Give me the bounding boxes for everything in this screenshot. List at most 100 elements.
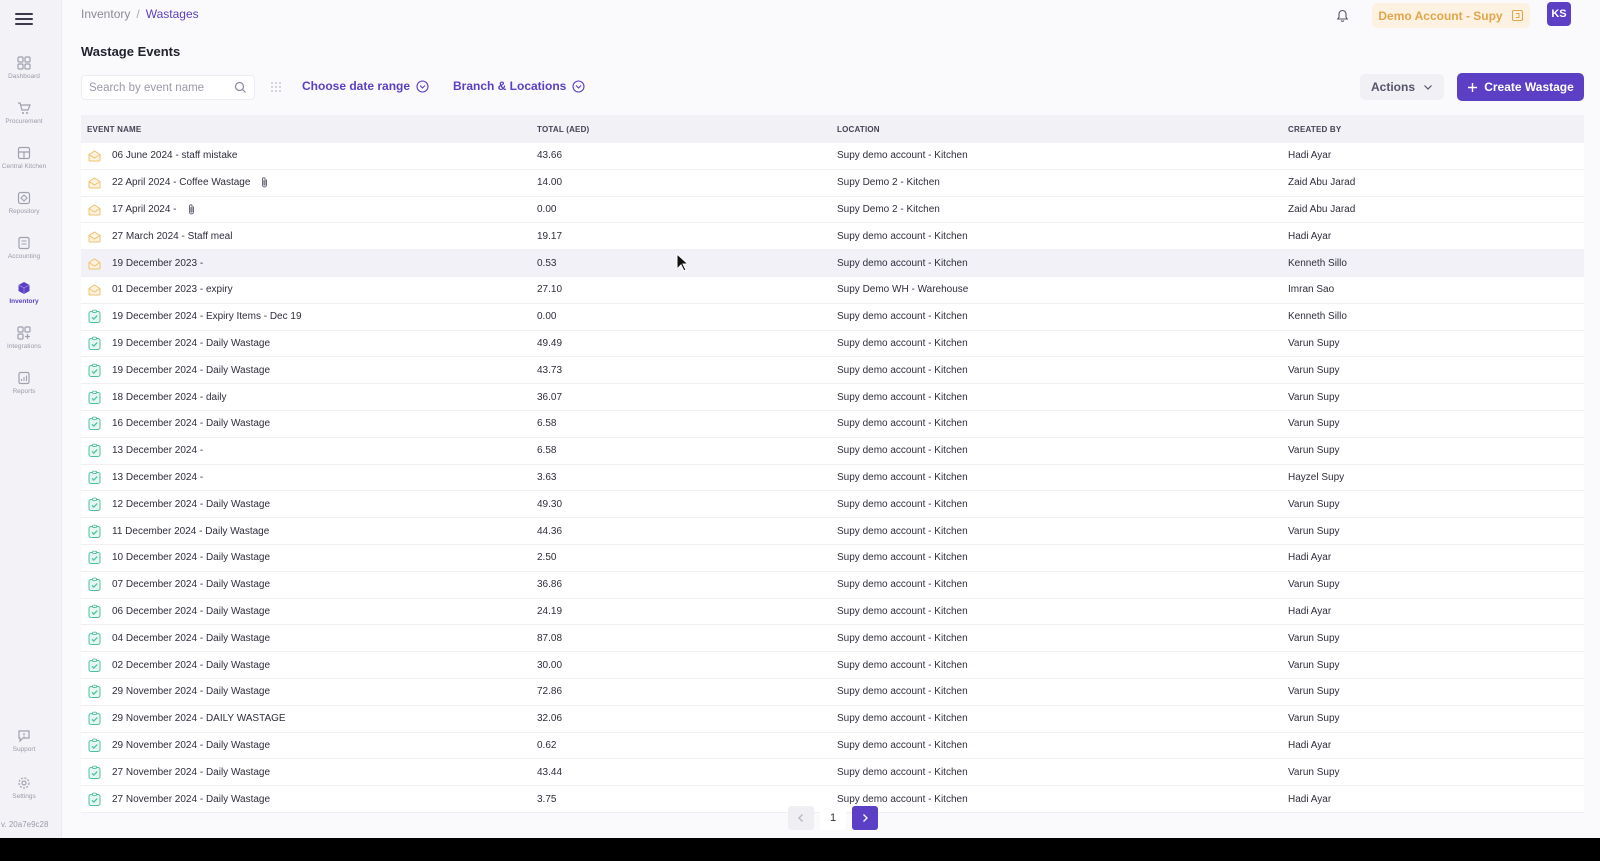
branch-locations-label: Branch & Locations	[453, 79, 567, 93]
table-row[interactable]: 29 November 2024 - DAILY WASTAGE 32.06 Sup…	[81, 705, 1584, 733]
create-wastage-button[interactable]: Create Wastage	[1457, 73, 1584, 101]
event-name[interactable]: 19 December 2024 - Daily Wastage	[112, 338, 270, 349]
table-row[interactable]: 22 April 2024 - Coffee Wastage 14.00 Supy …	[81, 169, 1584, 197]
table-row[interactable]: 29 November 2024 - Daily Wastage 72.86 Sup…	[81, 678, 1584, 706]
table-row[interactable]: 19 December 2024 - Daily Wastage 49.49 Sup…	[81, 330, 1584, 358]
event-name[interactable]: 04 December 2024 - Daily Wastage	[112, 633, 270, 644]
table-row[interactable]: 18 December 2024 - daily 36.07 Supy demo a…	[81, 384, 1584, 411]
column-header-event-name[interactable]: EVENT NAME	[81, 125, 537, 134]
status-icon-wrapper	[87, 658, 102, 673]
menu-toggle-icon[interactable]	[15, 10, 33, 26]
event-name[interactable]: 19 December 2024 - Expiry Items - Dec 19	[112, 311, 302, 322]
sidebar-item-dashboard[interactable]: Dashboard	[0, 56, 48, 96]
event-name[interactable]: 06 December 2024 - Daily Wastage	[112, 606, 270, 617]
table-row[interactable]: 27 November 2024 - Daily Wastage 43.44 Sup…	[81, 759, 1584, 787]
event-name[interactable]: 10 December 2024 - Daily Wastage	[112, 552, 270, 563]
created-by-cell: Varun Supy	[1288, 445, 1340, 457]
table-row[interactable]: 13 December 2024 - 3.63 Supy demo account …	[81, 464, 1584, 492]
actions-dropdown[interactable]: Actions	[1360, 74, 1444, 100]
column-settings-icon[interactable]	[270, 81, 282, 93]
status-icon-wrapper	[87, 631, 102, 646]
breadcrumb-root[interactable]: Inventory	[81, 7, 130, 21]
sidebar-item-support[interactable]: Support	[0, 729, 48, 769]
table-row[interactable]: 17 April 2024 - 0.00 Supy Demo 2 - Kitchen…	[81, 196, 1584, 224]
event-name[interactable]: 19 December 2023 -	[112, 258, 203, 269]
event-name[interactable]: 27 November 2024 - Daily Wastage	[112, 767, 270, 778]
created-by-cell: Kenneth Sillo	[1288, 257, 1347, 269]
column-header-created-by[interactable]: CREATED BY	[1288, 125, 1584, 134]
previous-page-button[interactable]	[788, 806, 814, 830]
chevron-left-icon	[798, 814, 803, 822]
event-name[interactable]: 29 November 2024 - Daily Wastage	[112, 740, 270, 751]
sidebar-item-inventory[interactable]: Inventory	[0, 281, 48, 321]
table-row[interactable]: 11 December 2024 - Daily Wastage 44.36 Sup…	[81, 518, 1584, 545]
event-name[interactable]: 01 December 2023 - expiry	[112, 284, 233, 295]
table-row[interactable]: 06 December 2024 - Daily Wastage 24.19 Sup…	[81, 598, 1584, 626]
event-name[interactable]: 19 December 2024 - Daily Wastage	[112, 365, 270, 376]
status-icon-wrapper	[87, 470, 102, 485]
chevron-down-circle-icon	[416, 79, 429, 93]
table-row[interactable]: 12 December 2024 - Daily Wastage 49.30 Sup…	[81, 491, 1584, 519]
next-page-button[interactable]	[852, 806, 878, 830]
sidebar-item-repository[interactable]: Repository	[0, 191, 48, 231]
branch-locations-filter[interactable]: Branch & Locations	[453, 79, 585, 93]
draft-status-icon	[88, 150, 101, 162]
total-cell: 32.06	[537, 713, 563, 725]
table-row[interactable]: 04 December 2024 - Daily Wastage 87.08 Sup…	[81, 625, 1584, 653]
table-row[interactable]: 13 December 2024 - 6.58 Supy demo account …	[81, 437, 1584, 465]
location-cell: Supy demo account - Kitchen	[837, 391, 968, 403]
table-row[interactable]: 19 December 2023 -0.53 Supy demo account …	[81, 250, 1584, 277]
page-number-button[interactable]: 1	[820, 806, 846, 830]
event-name[interactable]: 27 March 2024 - Staff meal	[112, 231, 232, 242]
bell-icon	[1336, 9, 1348, 22]
table-row[interactable]: 29 November 2024 - Daily Wastage 0.62 Supy…	[81, 732, 1584, 760]
location-cell: Supy demo account - Kitchen	[837, 686, 968, 698]
table-row[interactable]: 19 December 2024 - Expiry Items - Dec 19…	[81, 303, 1584, 331]
event-name[interactable]: 13 December 2024 -	[112, 445, 203, 456]
status-icon-wrapper	[87, 202, 102, 217]
submitted-status-icon	[88, 685, 101, 699]
mouse-cursor-icon	[676, 253, 690, 272]
account-switcher[interactable]: Demo Account - Supy	[1372, 3, 1530, 28]
table-row[interactable]: 07 December 2024 - Daily Wastage 36.86 Sup…	[81, 571, 1584, 599]
event-name[interactable]: 29 November 2024 - DAILY WASTAGE	[112, 713, 286, 724]
event-name[interactable]: 17 April 2024 -	[112, 204, 177, 215]
column-header-location[interactable]: LOCATION	[837, 125, 1288, 134]
sidebar-item-reports[interactable]: Reports	[0, 371, 48, 411]
table-row[interactable]: 10 December 2024 - Daily Wastage 2.50 Supy…	[81, 544, 1584, 572]
search-input[interactable]	[82, 76, 229, 99]
event-name[interactable]: 16 December 2024 - Daily Wastage	[112, 418, 270, 429]
event-name[interactable]: 22 April 2024 - Coffee Wastage	[112, 177, 250, 188]
table-row[interactable]: 27 March 2024 - Staff meal 19.17 Supy demo…	[81, 223, 1584, 251]
table-row[interactable]: 19 December 2024 - Daily Wastage 43.73 Sup…	[81, 357, 1584, 385]
event-name[interactable]: 02 December 2024 - Daily Wastage	[112, 660, 270, 671]
table-row[interactable]: 16 December 2024 - Daily Wastage 6.58 Supy…	[81, 410, 1584, 438]
notifications-button[interactable]	[1330, 4, 1354, 28]
attachment-icon[interactable]	[260, 176, 269, 189]
status-icon-wrapper	[87, 309, 102, 324]
column-header-total[interactable]: TOTAL (AED)	[537, 125, 837, 134]
status-icon-wrapper	[87, 256, 102, 271]
sidebar-item-procurement[interactable]: Procurement	[0, 101, 48, 141]
event-name[interactable]: 11 December 2024 - Daily Wastage	[112, 526, 269, 537]
created-by-cell: Hadi Ayar	[1288, 552, 1332, 564]
event-name[interactable]: 07 December 2024 - Daily Wastage	[112, 579, 270, 590]
attachment-icon[interactable]	[187, 203, 196, 216]
location-cell: Supy demo account - Kitchen	[837, 311, 968, 323]
event-name[interactable]: 06 June 2024 - staff mistake	[112, 150, 237, 161]
event-name[interactable]: 27 November 2024 - Daily Wastage	[112, 794, 270, 805]
event-name[interactable]: 29 November 2024 - Daily Wastage	[112, 686, 270, 697]
sidebar-item-accounting[interactable]: Accounting	[0, 236, 48, 276]
date-range-filter[interactable]: Choose date range	[302, 79, 429, 93]
table-row[interactable]: 01 December 2023 - expiry 27.10 Supy Demo …	[81, 276, 1584, 304]
event-name[interactable]: 13 December 2024 -	[112, 472, 203, 483]
table-row[interactable]: 02 December 2024 - Daily Wastage 30.00 Sup…	[81, 652, 1584, 679]
event-name[interactable]: 12 December 2024 - Daily Wastage	[112, 499, 270, 510]
sidebar-item-central-kitchen[interactable]: Central Kitchen	[0, 146, 48, 186]
avatar[interactable]: KS	[1547, 2, 1571, 26]
sidebar-item-integrations[interactable]: Integrations	[0, 326, 48, 366]
sidebar-item-settings[interactable]: Settings	[0, 776, 48, 816]
table-row[interactable]: 06 June 2024 - staff mistake 43.66 Supy de…	[81, 143, 1584, 170]
event-name[interactable]: 18 December 2024 - daily	[112, 392, 227, 403]
date-range-label: Choose date range	[302, 79, 411, 93]
